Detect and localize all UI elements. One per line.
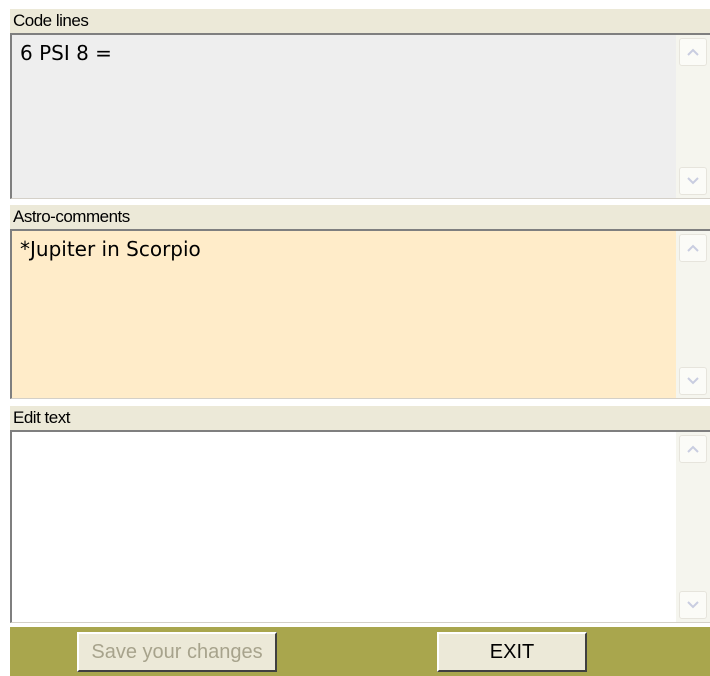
code-lines-text: 6 PSI 8 =: [20, 41, 112, 65]
scroll-up-button[interactable]: [679, 234, 707, 262]
astro-comments-textarea[interactable]: *Jupiter in Scorpio: [10, 229, 710, 399]
code-lines-textarea[interactable]: 6 PSI 8 =: [10, 33, 710, 199]
edit-text-scrollbar[interactable]: [676, 432, 710, 622]
chevron-down-icon: [687, 177, 699, 185]
astro-comments-text: *Jupiter in Scorpio: [20, 237, 201, 261]
scroll-up-button[interactable]: [679, 38, 707, 66]
chevron-up-icon: [687, 48, 699, 56]
edit-text-textarea[interactable]: [10, 430, 710, 623]
astro-comments-scrollbar[interactable]: [676, 231, 710, 398]
code-lines-label: Code lines: [10, 9, 710, 33]
save-changes-button[interactable]: Save your changes: [77, 632, 277, 672]
code-lines-scrollbar[interactable]: [676, 35, 710, 198]
chevron-down-icon: [687, 601, 699, 609]
scroll-up-button[interactable]: [679, 435, 707, 463]
code-editor-window: Code lines 6 PSI 8 = Astro-comments *Jup…: [0, 0, 710, 676]
scroll-down-button[interactable]: [679, 591, 707, 619]
scroll-down-button[interactable]: [679, 167, 707, 195]
edit-text-label: Edit text: [10, 406, 710, 430]
scroll-down-button[interactable]: [679, 367, 707, 395]
chevron-up-icon: [687, 244, 699, 252]
button-bar: Save your changes EXIT: [10, 627, 710, 676]
chevron-up-icon: [687, 445, 699, 453]
astro-comments-label: Astro-comments: [10, 205, 710, 229]
chevron-down-icon: [687, 377, 699, 385]
exit-button[interactable]: EXIT: [437, 632, 587, 672]
